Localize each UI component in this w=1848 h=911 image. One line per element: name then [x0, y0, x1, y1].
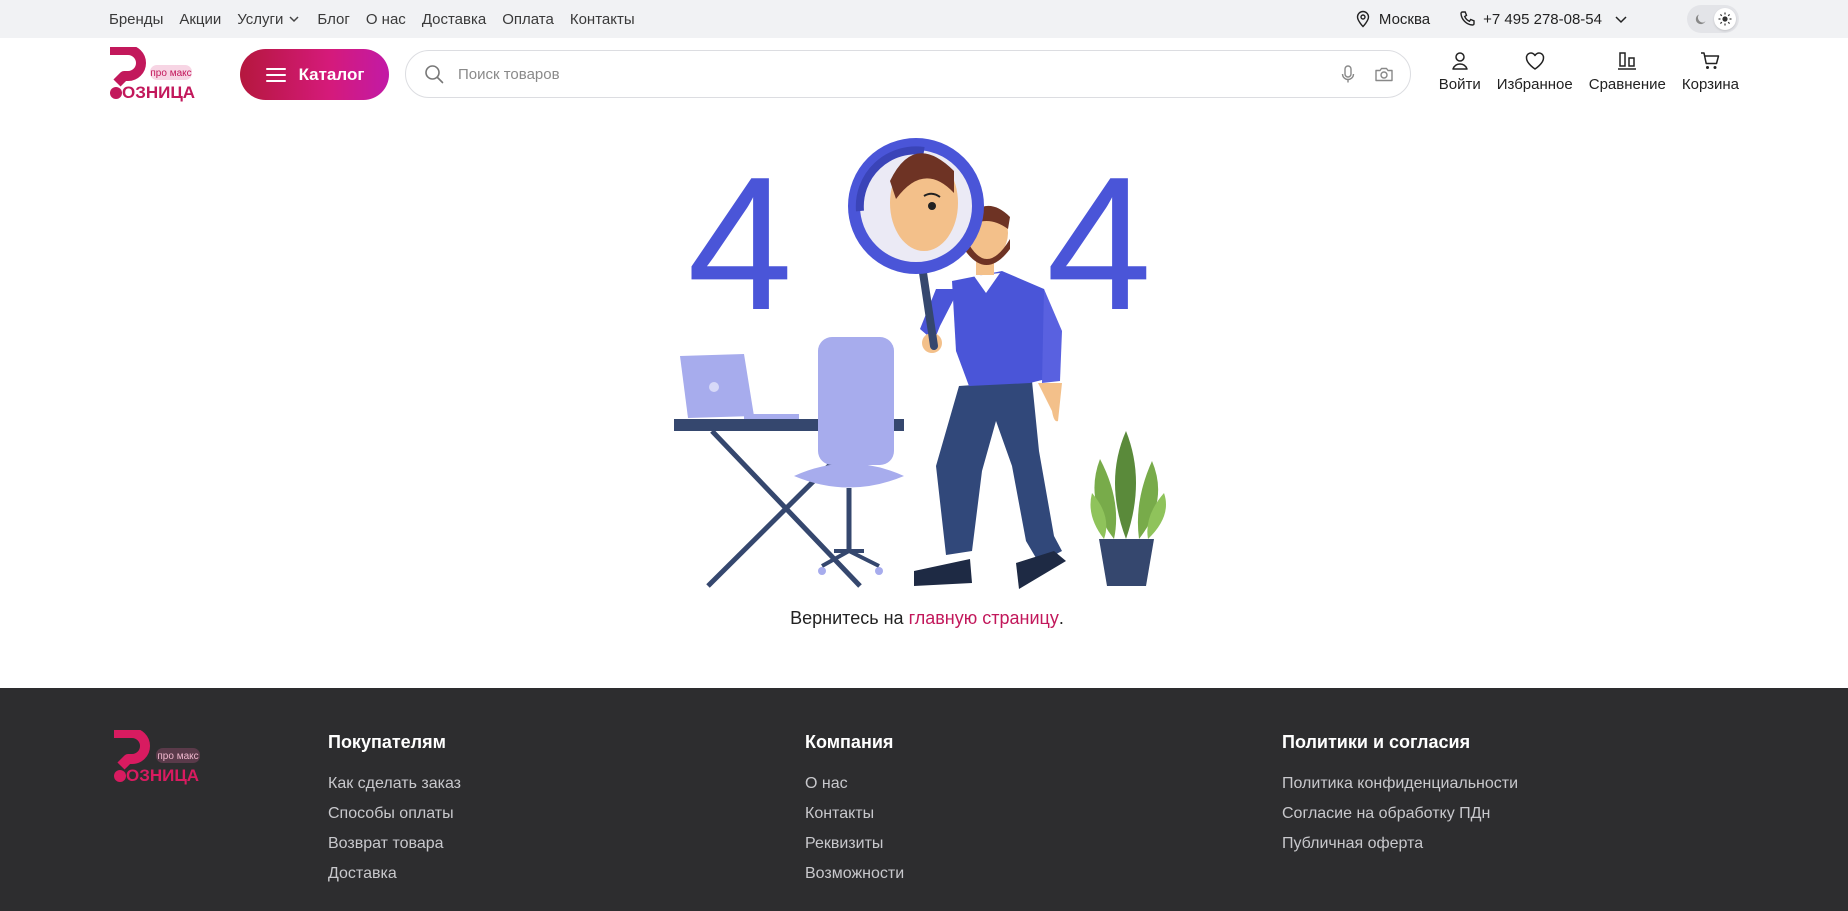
main-header: про макс ОЗНИЦА Каталог Войти Избранное …: [0, 38, 1848, 112]
footer-column-title: Политики и согласия: [1282, 732, 1471, 752]
footer-link-payment-methods[interactable]: Способы оплаты: [328, 799, 461, 829]
search-icon: [425, 65, 444, 84]
footer-link-data-consent[interactable]: Согласие на обработку ПДн: [1282, 799, 1518, 829]
phone-number: +7 495 278-08-54: [1483, 10, 1602, 28]
error-404-illustration: 4 4: [634, 121, 1207, 596]
chair: [794, 337, 904, 575]
digit-right-4: 4: [1046, 138, 1152, 350]
login-button[interactable]: Войти: [1439, 50, 1481, 100]
potted-plant: [1090, 431, 1166, 586]
user-icon: [1451, 52, 1468, 70]
moon-icon[interactable]: [1690, 8, 1712, 30]
return-prefix: Вернитесь на: [790, 607, 904, 628]
cart-icon: [1701, 52, 1720, 69]
top-nav: Бренды Акции Услуги Блог О нас Доставка …: [109, 0, 635, 38]
top-nav-payment[interactable]: Оплата: [502, 11, 554, 28]
top-nav-services-label: Услуги: [237, 10, 284, 28]
footer-column-company: Компания О нас Контакты Реквизиты Возмож…: [805, 732, 904, 889]
menu-icon: [265, 67, 286, 82]
login-label: Войти: [1438, 76, 1481, 93]
return-home-message: Вернитесь на главную страницу .: [754, 604, 1100, 632]
site-logo[interactable]: про макс ОЗНИЦА: [108, 45, 203, 103]
footer-logo-mark: про макс ОЗНИЦА: [114, 728, 200, 785]
home-page-link[interactable]: главную страницу: [909, 608, 1059, 629]
compare-button[interactable]: Сравнение: [1589, 50, 1666, 100]
top-bar: Бренды Акции Услуги Блог О нас Доставка …: [0, 0, 1848, 38]
footer-logo-tag: про макс: [157, 751, 198, 762]
chevron-down-icon: [1615, 16, 1627, 24]
location-pin-icon: [1356, 10, 1370, 28]
footer-link-returns[interactable]: Возврат товара: [328, 829, 461, 859]
catalog-label: Каталог: [298, 64, 365, 84]
search-input[interactable]: [456, 64, 1322, 84]
digit-left-4: 4: [687, 138, 793, 350]
footer-column-policies: Политики и согласия Политика конфиденциа…: [1282, 732, 1518, 859]
cart-button[interactable]: Корзина: [1682, 50, 1739, 100]
top-nav-delivery[interactable]: Доставка: [422, 11, 486, 28]
footer-link-requisites[interactable]: Реквизиты: [805, 829, 904, 859]
logo-mark: про макс ОЗНИЦА: [110, 45, 195, 102]
header-actions: Войти Избранное Сравнение Корзина: [1439, 50, 1739, 100]
cart-label: Корзина: [1681, 76, 1739, 93]
search-bar: [405, 50, 1411, 98]
footer-logo-text: ОЗНИЦА: [126, 766, 199, 785]
top-nav-contacts[interactable]: Контакты: [570, 11, 635, 28]
footer-column-title: Компания: [805, 732, 894, 752]
footer-column-customers: Покупателям Как сделать заказ Способы оп…: [328, 732, 461, 889]
footer-link-delivery[interactable]: Доставка: [328, 859, 461, 889]
footer-link-how-to-order[interactable]: Как сделать заказ: [328, 769, 461, 799]
footer-link-privacy-policy[interactable]: Политика конфиденциальности: [1282, 769, 1518, 799]
sun-icon[interactable]: [1714, 8, 1736, 30]
footer-column-title: Покупателям: [328, 732, 446, 752]
favorites-label: Избранное: [1496, 76, 1573, 93]
theme-toggle[interactable]: [1687, 5, 1739, 33]
footer-link-about[interactable]: О нас: [805, 769, 904, 799]
top-right-group: Москва +7 495 278-08-54: [1354, 0, 1739, 38]
logo-tag: про макс: [150, 68, 191, 79]
catalog-button[interactable]: Каталог: [240, 49, 389, 100]
footer-link-public-offer[interactable]: Публичная оферта: [1282, 829, 1518, 859]
phone-selector[interactable]: +7 495 278-08-54: [1458, 10, 1629, 28]
microphone-icon[interactable]: [1338, 64, 1358, 84]
return-suffix: .: [1058, 607, 1064, 628]
city-label: Москва: [1378, 10, 1431, 28]
top-nav-brands[interactable]: Бренды: [109, 11, 163, 28]
footer-logo[interactable]: про макс ОЗНИЦА: [112, 728, 210, 786]
favorites-button[interactable]: Избранное: [1497, 50, 1573, 100]
laptop: [680, 354, 799, 419]
footer-link-features[interactable]: Возможности: [805, 859, 904, 889]
chevron-down-icon: [289, 16, 299, 23]
top-nav-services[interactable]: Услуги: [237, 11, 301, 28]
footer-link-contacts[interactable]: Контакты: [805, 799, 904, 829]
site-footer: про макс ОЗНИЦА Покупателям Как сделать …: [0, 688, 1848, 911]
top-nav-about[interactable]: О нас: [366, 11, 406, 28]
top-nav-blog[interactable]: Блог: [317, 11, 349, 28]
camera-icon[interactable]: [1374, 64, 1394, 84]
heart-icon: [1525, 52, 1544, 70]
compare-icon: [1618, 52, 1637, 70]
compare-label: Сравнение: [1588, 76, 1666, 93]
logo-text: ОЗНИЦА: [122, 83, 195, 102]
top-nav-promotions[interactable]: Акции: [179, 11, 221, 28]
phone-icon: [1460, 11, 1475, 26]
city-selector[interactable]: Москва: [1354, 10, 1430, 28]
